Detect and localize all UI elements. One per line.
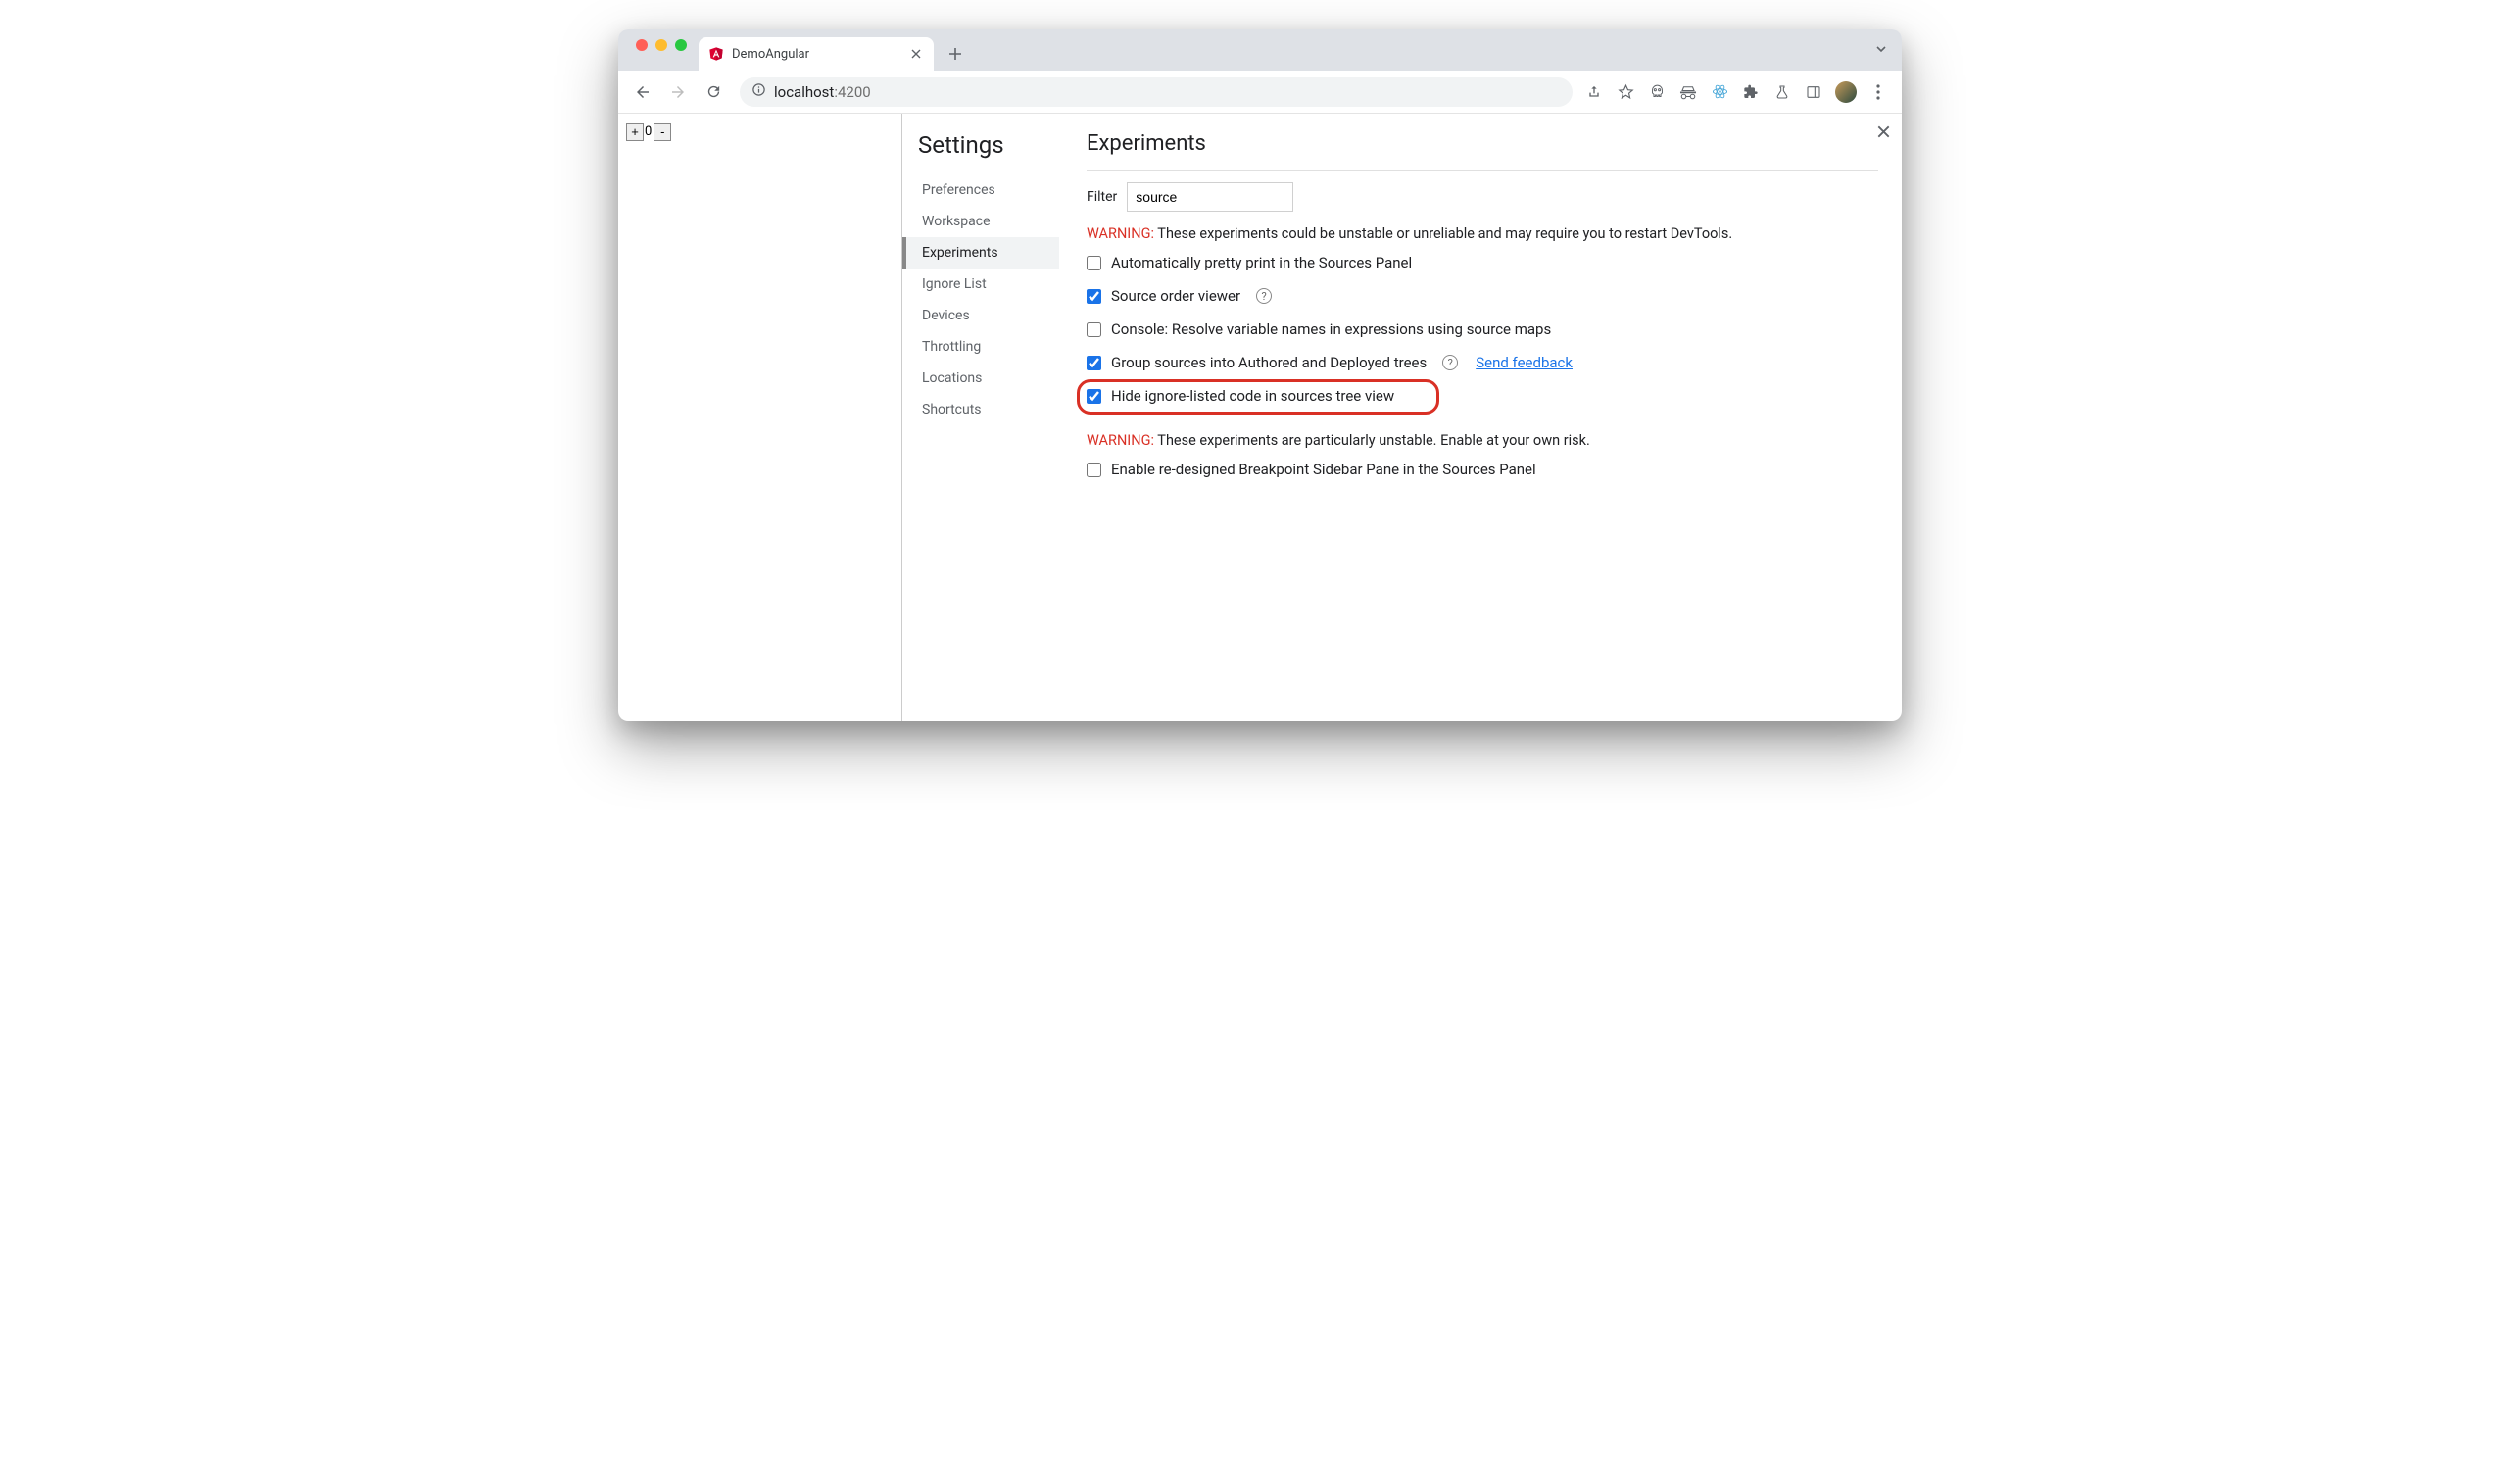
settings-close-button[interactable] [1877, 123, 1890, 142]
sidebar-item-devices[interactable]: Devices [902, 300, 1059, 331]
increment-button[interactable]: + [626, 123, 644, 141]
experiment-label: Hide ignore-listed code in sources tree … [1111, 387, 1394, 405]
counter-value: 0 [644, 124, 654, 139]
window-maximize-button[interactable] [675, 39, 687, 51]
devtools-settings-panel: Settings PreferencesWorkspaceExperiments… [902, 114, 1902, 721]
experiment-option: Console: Resolve variable names in expre… [1087, 320, 1878, 338]
help-icon[interactable]: ? [1256, 288, 1272, 304]
back-button[interactable] [628, 77, 657, 107]
experiment-label: Enable re-designed Breakpoint Sidebar Pa… [1111, 461, 1536, 478]
content-area: + 0 - Settings PreferencesWorkspaceExper… [618, 114, 1902, 721]
url-text: localhost:4200 [774, 83, 871, 101]
settings-title: Settings [918, 131, 1059, 159]
extension-skull-icon[interactable] [1647, 82, 1667, 102]
browser-tab[interactable]: DemoAngular [699, 37, 934, 71]
profile-avatar[interactable] [1835, 81, 1857, 103]
warning-particularly-unstable: WARNING: These experiments are particula… [1087, 432, 1878, 449]
sidebar-item-preferences[interactable]: Preferences [902, 174, 1059, 206]
sidebar-item-experiments[interactable]: Experiments [902, 237, 1059, 269]
window-minimize-button[interactable] [655, 39, 667, 51]
experiment-option: Source order viewer? [1087, 287, 1878, 305]
filter-row: Filter [1087, 182, 1878, 212]
bookmark-star-icon[interactable] [1616, 82, 1635, 102]
experiments-heading: Experiments [1087, 131, 1878, 156]
experiment-option: Enable re-designed Breakpoint Sidebar Pa… [1087, 461, 1878, 478]
tab-close-button[interactable] [908, 46, 924, 62]
experiment-checkbox[interactable] [1087, 463, 1101, 477]
extension-labs-icon[interactable] [1772, 82, 1792, 102]
sidebar-item-shortcuts[interactable]: Shortcuts [902, 394, 1059, 425]
sidebar-item-ignore-list[interactable]: Ignore List [902, 269, 1059, 300]
experiment-option: Hide ignore-listed code in sources tree … [1087, 387, 1878, 405]
filter-label: Filter [1087, 189, 1117, 205]
experiment-option: Group sources into Authored and Deployed… [1087, 354, 1878, 371]
experiment-label: Console: Resolve variable names in expre… [1111, 320, 1551, 338]
tab-title: DemoAngular [732, 47, 900, 62]
reload-button[interactable] [699, 77, 728, 107]
decrement-button[interactable]: - [654, 123, 671, 141]
help-icon[interactable]: ? [1442, 355, 1458, 370]
filter-input[interactable] [1127, 182, 1293, 212]
counter-widget: + 0 - [626, 123, 671, 141]
browser-window: DemoAngular localhost:4200 [618, 29, 1902, 721]
browser-toolbar: localhost:4200 [618, 71, 1902, 114]
sidebar-item-locations[interactable]: Locations [902, 363, 1059, 394]
send-feedback-link[interactable]: Send feedback [1476, 354, 1573, 371]
experiment-checkbox[interactable] [1087, 289, 1101, 304]
experiment-checkbox[interactable] [1087, 356, 1101, 370]
address-bar[interactable]: localhost:4200 [740, 77, 1573, 107]
angular-favicon-icon [708, 46, 724, 62]
tab-strip: DemoAngular [618, 29, 1902, 71]
new-tab-button[interactable] [942, 40, 969, 68]
divider [1087, 170, 1878, 171]
experiment-checkbox[interactable] [1087, 322, 1101, 337]
extension-incognito-icon[interactable] [1678, 82, 1698, 102]
side-panel-icon[interactable] [1804, 82, 1823, 102]
page-viewport: + 0 - [618, 114, 902, 721]
window-controls [628, 39, 699, 61]
settings-main: Experiments Filter WARNING: These experi… [1059, 114, 1902, 721]
chrome-menu-icon[interactable] [1868, 82, 1888, 102]
experiment-option: Automatically pretty print in the Source… [1087, 254, 1878, 271]
experiment-label: Source order viewer [1111, 287, 1240, 305]
warning-unstable: WARNING: These experiments could be unst… [1087, 225, 1878, 242]
experiment-label: Group sources into Authored and Deployed… [1111, 354, 1427, 371]
experiment-checkbox[interactable] [1087, 389, 1101, 404]
toolbar-actions [1584, 81, 1892, 103]
extension-react-icon[interactable] [1710, 82, 1729, 102]
sidebar-item-throttling[interactable]: Throttling [902, 331, 1059, 363]
settings-sidebar: Settings PreferencesWorkspaceExperiments… [902, 114, 1059, 721]
extensions-puzzle-icon[interactable] [1741, 82, 1761, 102]
site-info-icon[interactable] [751, 82, 766, 101]
experiment-label: Automatically pretty print in the Source… [1111, 254, 1412, 271]
forward-button[interactable] [663, 77, 693, 107]
window-close-button[interactable] [636, 39, 648, 51]
share-icon[interactable] [1584, 82, 1604, 102]
experiment-checkbox[interactable] [1087, 256, 1101, 270]
tabs-dropdown-button[interactable] [1874, 41, 1888, 60]
sidebar-item-workspace[interactable]: Workspace [902, 206, 1059, 237]
